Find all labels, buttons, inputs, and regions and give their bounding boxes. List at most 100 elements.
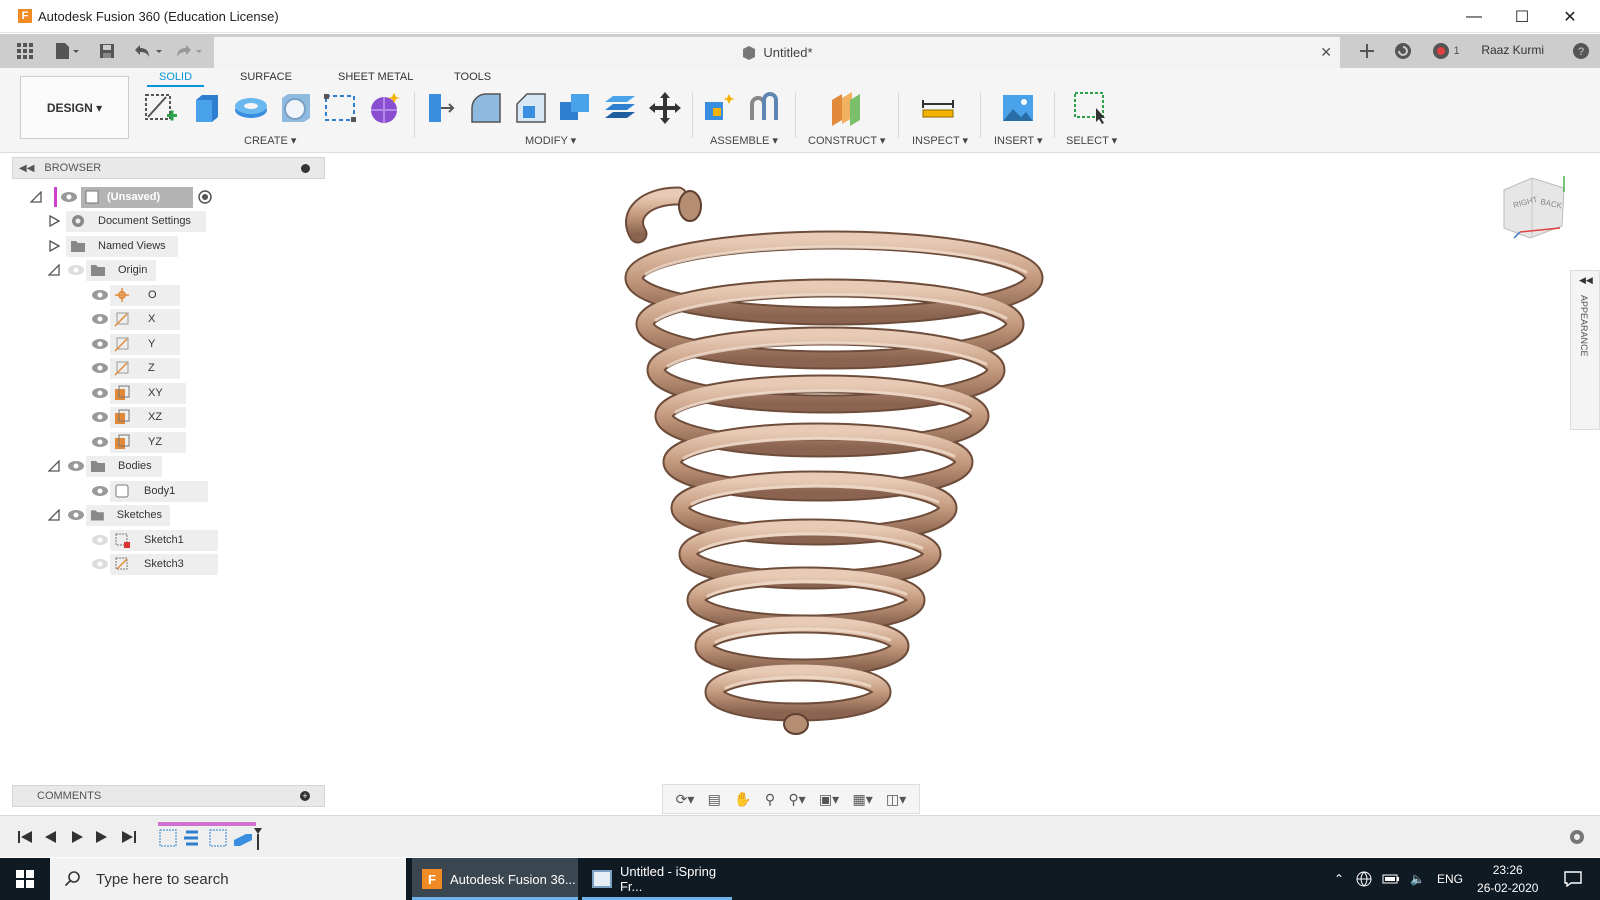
visibility-eye-icon[interactable]: [90, 337, 110, 351]
visibility-eye-icon[interactable]: [66, 459, 86, 473]
comments-header[interactable]: COMMENTS +: [12, 785, 325, 807]
taskbar-ispring-app[interactable]: Untitled - iSpring Fr...: [582, 858, 742, 900]
joint-icon[interactable]: [746, 90, 782, 126]
volume-icon[interactable]: 🔈: [1410, 872, 1425, 886]
document-tab[interactable]: Untitled* ✕: [214, 37, 1340, 68]
minimize-icon[interactable]: —: [1450, 0, 1498, 33]
taskbar-fusion-app[interactable]: F Autodesk Fusion 36...: [412, 858, 578, 900]
undo-icon[interactable]: [130, 40, 164, 62]
construct-menu[interactable]: CONSTRUCT ▾: [808, 134, 885, 147]
play-icon[interactable]: [72, 831, 83, 843]
job-status-icon[interactable]: [1392, 40, 1414, 62]
collapse-triangle-icon[interactable]: [30, 191, 42, 203]
tab-surface[interactable]: SURFACE: [240, 71, 292, 83]
timeline-sketch-icon[interactable]: [209, 829, 227, 847]
appearance-panel-tab[interactable]: ◀◀ APPEARANCE: [1570, 270, 1600, 430]
activate-radio-icon[interactable]: [197, 189, 213, 205]
offset-face-icon[interactable]: [602, 90, 638, 126]
save-icon[interactable]: [96, 40, 118, 62]
redo-icon[interactable]: [172, 40, 206, 62]
combine-icon[interactable]: [557, 90, 593, 126]
zoom-icon[interactable]: ⚲: [765, 791, 775, 808]
tab-sheet-metal[interactable]: SHEET METAL: [338, 71, 413, 83]
go-to-start-icon[interactable]: [18, 831, 32, 843]
timeline-coil-icon[interactable]: [184, 830, 198, 846]
new-tab-plus-icon[interactable]: [1356, 40, 1378, 62]
browser-options-icon[interactable]: [301, 164, 310, 173]
orbit-icon[interactable]: ⟳▾: [676, 791, 695, 808]
expand-panel-icon[interactable]: ◀◀: [1579, 275, 1593, 286]
windows-start-button[interactable]: [0, 858, 50, 900]
display-settings-icon[interactable]: ▣▾: [819, 791, 839, 808]
collapse-triangle-icon[interactable]: [48, 509, 60, 521]
modify-menu[interactable]: MODIFY ▾: [525, 134, 576, 147]
visibility-eye-icon[interactable]: [59, 190, 79, 204]
look-at-icon[interactable]: ▤: [708, 791, 721, 808]
visibility-eye-off-icon[interactable]: [90, 557, 110, 571]
timeline-sketch-icon[interactable]: [159, 829, 177, 847]
tree-item-document-settings[interactable]: Document Settings: [48, 210, 206, 232]
offset-plane-icon[interactable]: [828, 90, 864, 126]
create-sketch-icon[interactable]: [143, 90, 179, 126]
viewcube[interactable]: RIGHT BACK: [1498, 174, 1570, 240]
step-back-icon[interactable]: [45, 831, 56, 843]
tree-item-origin[interactable]: Origin: [48, 259, 156, 281]
pan-hand-icon[interactable]: ✋: [734, 791, 751, 808]
create-form-icon[interactable]: [367, 90, 403, 126]
step-forward-icon[interactable]: [96, 831, 107, 843]
tree-item-origin-point[interactable]: O: [90, 284, 180, 306]
notifications-icon[interactable]: 1: [1428, 40, 1464, 62]
new-component-icon[interactable]: [701, 90, 737, 126]
browser-header[interactable]: ◀◀ BROWSER: [12, 157, 325, 179]
tree-item-x-axis[interactable]: X: [90, 308, 180, 330]
assemble-menu[interactable]: ASSEMBLE ▾: [710, 134, 778, 147]
conical-spring-model[interactable]: [624, 186, 1044, 735]
tab-tools[interactable]: TOOLS: [454, 71, 491, 83]
shell-icon[interactable]: [278, 90, 314, 126]
help-icon[interactable]: ?: [1570, 40, 1592, 62]
visibility-eye-icon[interactable]: [90, 288, 110, 302]
select-menu[interactable]: SELECT ▾: [1066, 134, 1117, 147]
zoom-window-icon[interactable]: ⚲▾: [788, 791, 805, 808]
tree-item-yz-plane[interactable]: YZ: [90, 431, 186, 453]
chamfer-icon[interactable]: [513, 90, 549, 126]
visibility-eye-icon[interactable]: [90, 386, 110, 400]
expand-triangle-icon[interactable]: [48, 240, 60, 252]
input-language[interactable]: ENG: [1437, 872, 1463, 886]
timeline-marker-icon[interactable]: [254, 828, 262, 850]
data-panel-grid-icon[interactable]: [14, 40, 36, 62]
go-to-end-icon[interactable]: [122, 831, 136, 843]
close-icon[interactable]: ✕: [1546, 0, 1594, 33]
select-window-icon[interactable]: [1072, 90, 1108, 126]
create-menu[interactable]: CREATE ▾: [244, 134, 296, 147]
file-menu-icon[interactable]: [52, 40, 82, 62]
tree-item-z-axis[interactable]: Z: [90, 357, 180, 379]
revolve-icon[interactable]: [233, 90, 269, 126]
insert-menu[interactable]: INSERT ▾: [994, 134, 1043, 147]
press-pull-icon[interactable]: [423, 90, 459, 126]
tree-item-sketches[interactable]: Sketches: [48, 504, 170, 526]
add-comment-icon[interactable]: +: [300, 791, 310, 801]
visibility-eye-icon[interactable]: [90, 435, 110, 449]
grid-settings-icon[interactable]: ▦▾: [852, 791, 872, 808]
visibility-eye-off-icon[interactable]: [66, 263, 86, 277]
visibility-eye-off-icon[interactable]: [90, 533, 110, 547]
inspect-menu[interactable]: INSPECT ▾: [912, 134, 968, 147]
extrude-icon[interactable]: [188, 90, 224, 126]
collapse-panel-icon[interactable]: ◀◀: [19, 163, 34, 174]
tree-item-sketch1[interactable]: Sketch1: [90, 529, 218, 551]
action-center-icon[interactable]: [1564, 871, 1583, 887]
construct-plane-sketch-icon[interactable]: [322, 90, 358, 126]
visibility-eye-icon[interactable]: [90, 361, 110, 375]
fillet-icon[interactable]: [468, 90, 504, 126]
clock[interactable]: 23:26 26-02-2020: [1477, 861, 1538, 897]
tree-item-body1[interactable]: Body1: [90, 480, 208, 502]
move-icon[interactable]: [647, 90, 683, 126]
visibility-eye-icon[interactable]: [66, 508, 86, 522]
workspace-switcher-button[interactable]: DESIGN ▾: [20, 76, 129, 139]
visibility-eye-icon[interactable]: [90, 484, 110, 498]
timeline-settings-gear-icon[interactable]: [1568, 828, 1586, 846]
taskbar-search-box[interactable]: Type here to search: [50, 858, 406, 900]
visibility-eye-icon[interactable]: [90, 312, 110, 326]
tree-item-bodies[interactable]: Bodies: [48, 455, 162, 477]
